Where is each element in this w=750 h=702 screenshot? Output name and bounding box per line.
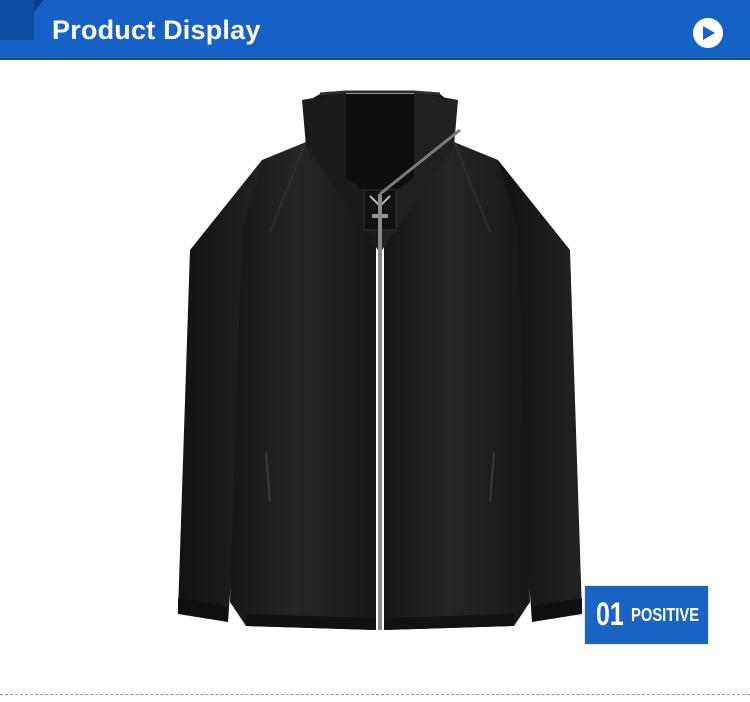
page-title: Product Display (52, 15, 261, 45)
view-label: POSITIVE (631, 605, 700, 625)
play-arrow-icon (703, 26, 715, 40)
next-button[interactable] (693, 18, 723, 48)
view-number: 01 (596, 596, 624, 632)
section-header: Product Display (0, 0, 750, 60)
view-caption-badge: 01 POSITIVE (584, 585, 709, 645)
product-image (178, 90, 582, 630)
section-divider (0, 694, 750, 695)
